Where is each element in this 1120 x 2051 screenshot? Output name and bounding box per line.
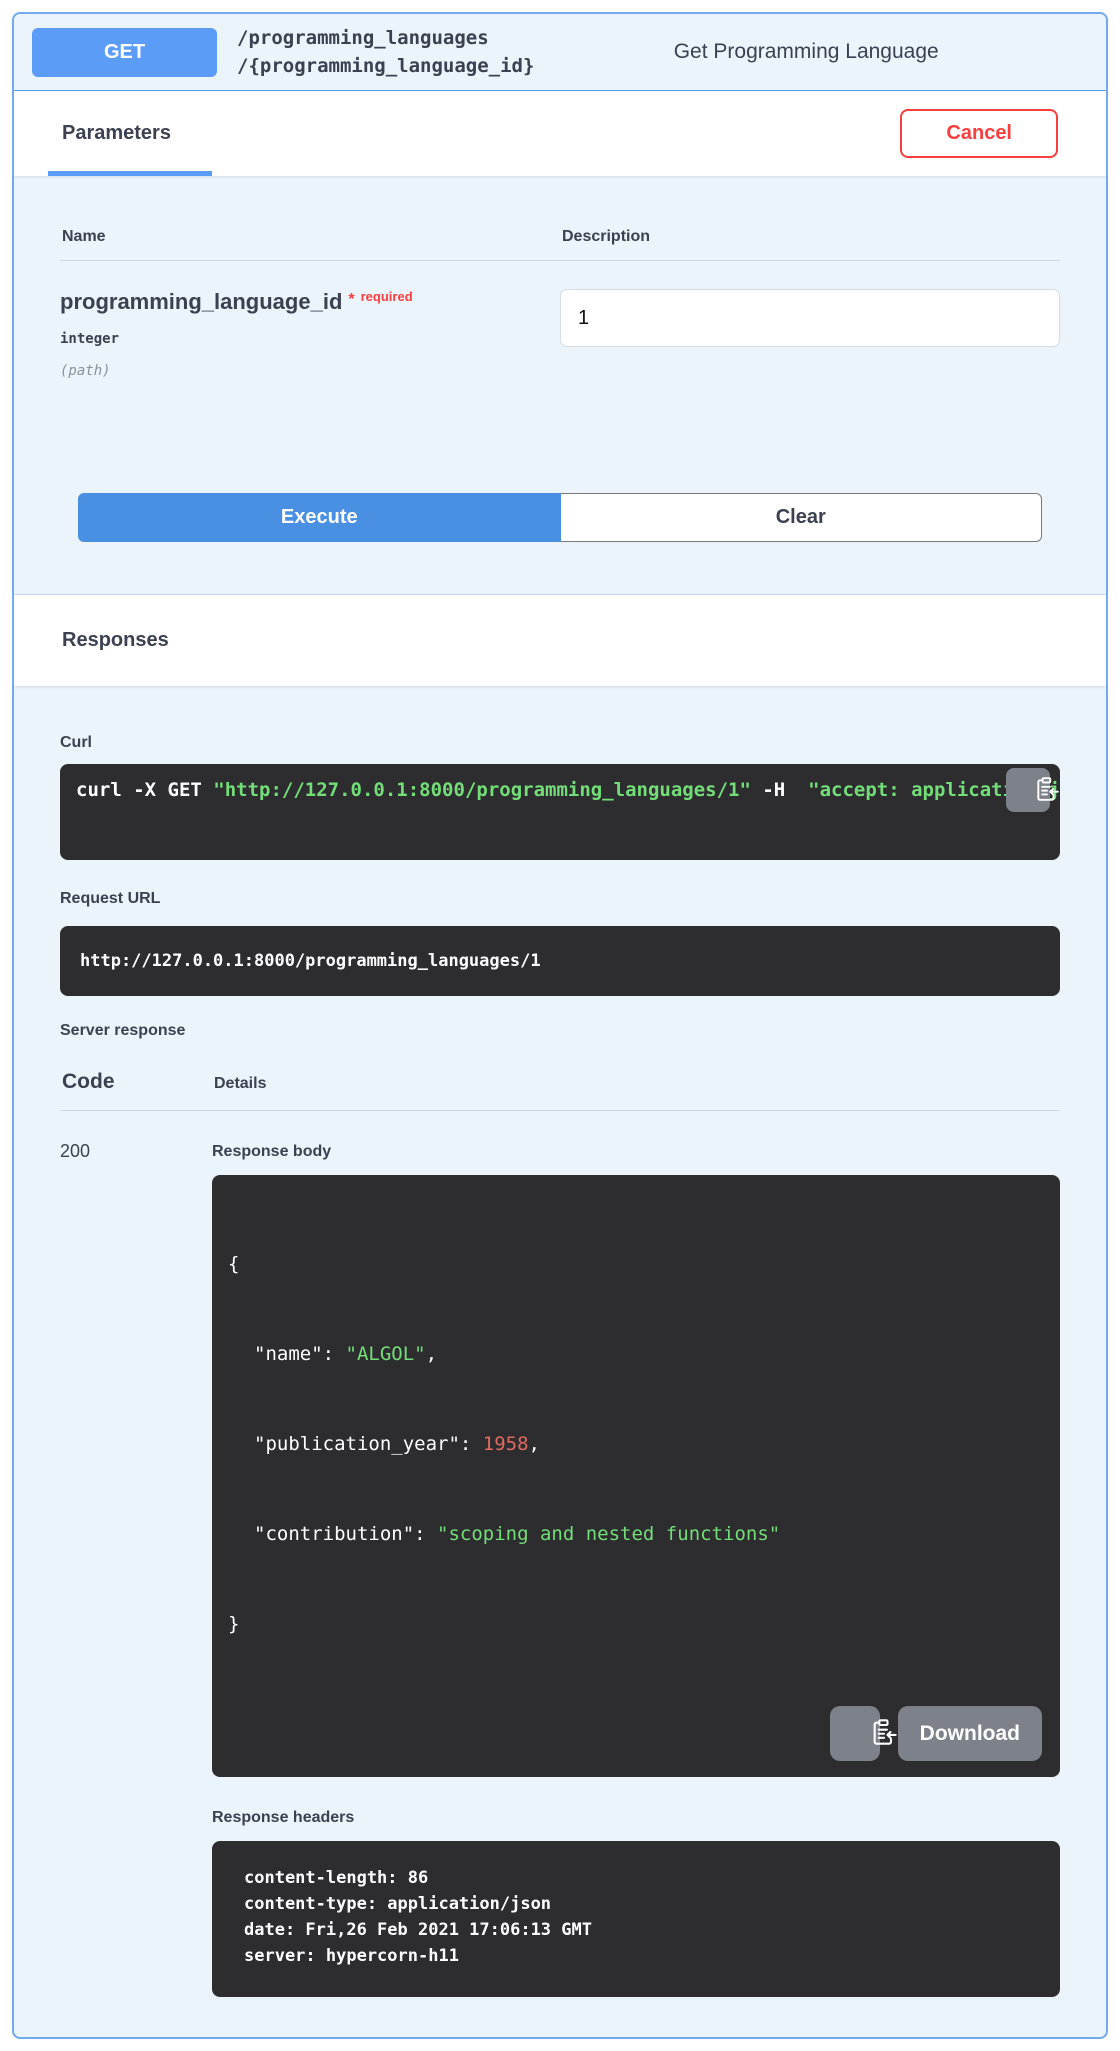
request-url-value: http://127.0.0.1:8000/programming_langua… <box>60 926 1060 996</box>
parameters-header-strip: Parameters Cancel <box>14 91 1106 176</box>
json-comma: , <box>529 1433 540 1455</box>
request-url-label: Request URL <box>60 860 1060 908</box>
clear-button[interactable]: Clear <box>561 493 1043 542</box>
response-body-label: Response body <box>212 1137 1060 1161</box>
response-body-actions: Download <box>830 1706 1042 1761</box>
parameter-location: (path) <box>60 363 560 379</box>
curl-command: curl -X GET "http://127.0.0.1:8000/progr… <box>60 764 1060 860</box>
response-header-line: content-type: application/json <box>228 1891 1044 1917</box>
http-method-badge[interactable]: GET <box>32 28 217 77</box>
parameter-type: integer <box>60 331 560 347</box>
endpoint-path: /programming_languages /{programming_lan… <box>237 24 534 80</box>
download-button[interactable]: Download <box>898 1706 1042 1761</box>
response-header-line: date: Fri,26 Feb 2021 17:06:13 GMT <box>228 1917 1044 1943</box>
curl-command-url: "http://127.0.0.1:8000/programming_langu… <box>213 779 751 801</box>
json-close-brace: } <box>228 1609 1044 1639</box>
response-headers-code: content-length: 86 content-type: applica… <box>212 1841 1060 1997</box>
json-value: "scoping and nested functions" <box>437 1523 780 1545</box>
required-asterisk: * <box>348 291 354 309</box>
server-response-row: 200 Response body { "name": "ALGOL", "pu… <box>60 1111 1060 1997</box>
copy-to-clipboard-icon <box>996 764 1059 820</box>
column-header-details: Details <box>214 1075 266 1093</box>
execute-button-group: Execute Clear <box>78 493 1042 542</box>
json-line-contribution: "contribution": "scoping and nested func… <box>228 1519 1044 1549</box>
responses-body: Curl curl -X GET "http://127.0.0.1:8000/… <box>14 686 1106 2037</box>
json-comma: , <box>426 1343 437 1365</box>
response-header-line: server: hypercorn-h11 <box>228 1943 1044 1969</box>
response-header-line: content-length: 86 <box>228 1865 1044 1891</box>
curl-command-flag: -H <box>751 779 808 801</box>
parameters-table-head: Name Description <box>60 176 1060 261</box>
operation-block-get: GET /programming_languages /{programming… <box>12 12 1108 2039</box>
json-open-brace: { <box>228 1249 1044 1279</box>
tab-parameters[interactable]: Parameters <box>62 122 171 145</box>
required-label: required <box>361 289 413 304</box>
json-key: "contribution": <box>254 1523 437 1545</box>
parameter-name: programming_language_id <box>60 289 342 315</box>
json-key: "publication_year": <box>254 1433 483 1455</box>
curl-command-prefix: curl -X GET <box>76 779 213 801</box>
column-header-name: Name <box>62 228 562 246</box>
active-tab-underline <box>48 171 212 176</box>
response-headers-label: Response headers <box>212 1777 1060 1827</box>
parameter-value-input[interactable] <box>560 289 1060 347</box>
responses-section-title: Responses <box>62 629 169 652</box>
server-response-label: Server response <box>60 996 1060 1040</box>
response-status-code: 200 <box>60 1137 212 1997</box>
column-header-description: Description <box>562 228 650 246</box>
copy-response-button[interactable] <box>830 1706 880 1761</box>
column-header-code: Code <box>62 1070 214 1094</box>
parameter-meta: programming_language_id * required integ… <box>60 289 560 379</box>
json-line-name: "name": "ALGOL", <box>228 1339 1044 1369</box>
parameters-body: Name Description programming_language_id… <box>14 176 1106 594</box>
json-value: 1958 <box>483 1433 529 1455</box>
execute-button[interactable]: Execute <box>78 493 561 542</box>
json-key: "name": <box>254 1343 346 1365</box>
server-response-table-head: Code Details <box>60 1040 1060 1111</box>
copy-curl-button[interactable] <box>1006 768 1050 812</box>
responses-header-strip: Responses <box>14 594 1106 686</box>
json-value: "ALGOL" <box>346 1343 426 1365</box>
copy-to-clipboard-icon <box>811 1703 898 1764</box>
parameter-row: programming_language_id * required integ… <box>60 261 1060 379</box>
curl-label: Curl <box>60 686 1060 752</box>
operation-title: Get Programming Language <box>554 40 1088 64</box>
cancel-button[interactable]: Cancel <box>900 109 1058 158</box>
json-line-publication-year: "publication_year": 1958, <box>228 1429 1044 1459</box>
response-body-code: { "name": "ALGOL", "publication_year": 1… <box>212 1175 1060 1777</box>
operation-summary[interactable]: GET /programming_languages /{programming… <box>14 14 1106 91</box>
